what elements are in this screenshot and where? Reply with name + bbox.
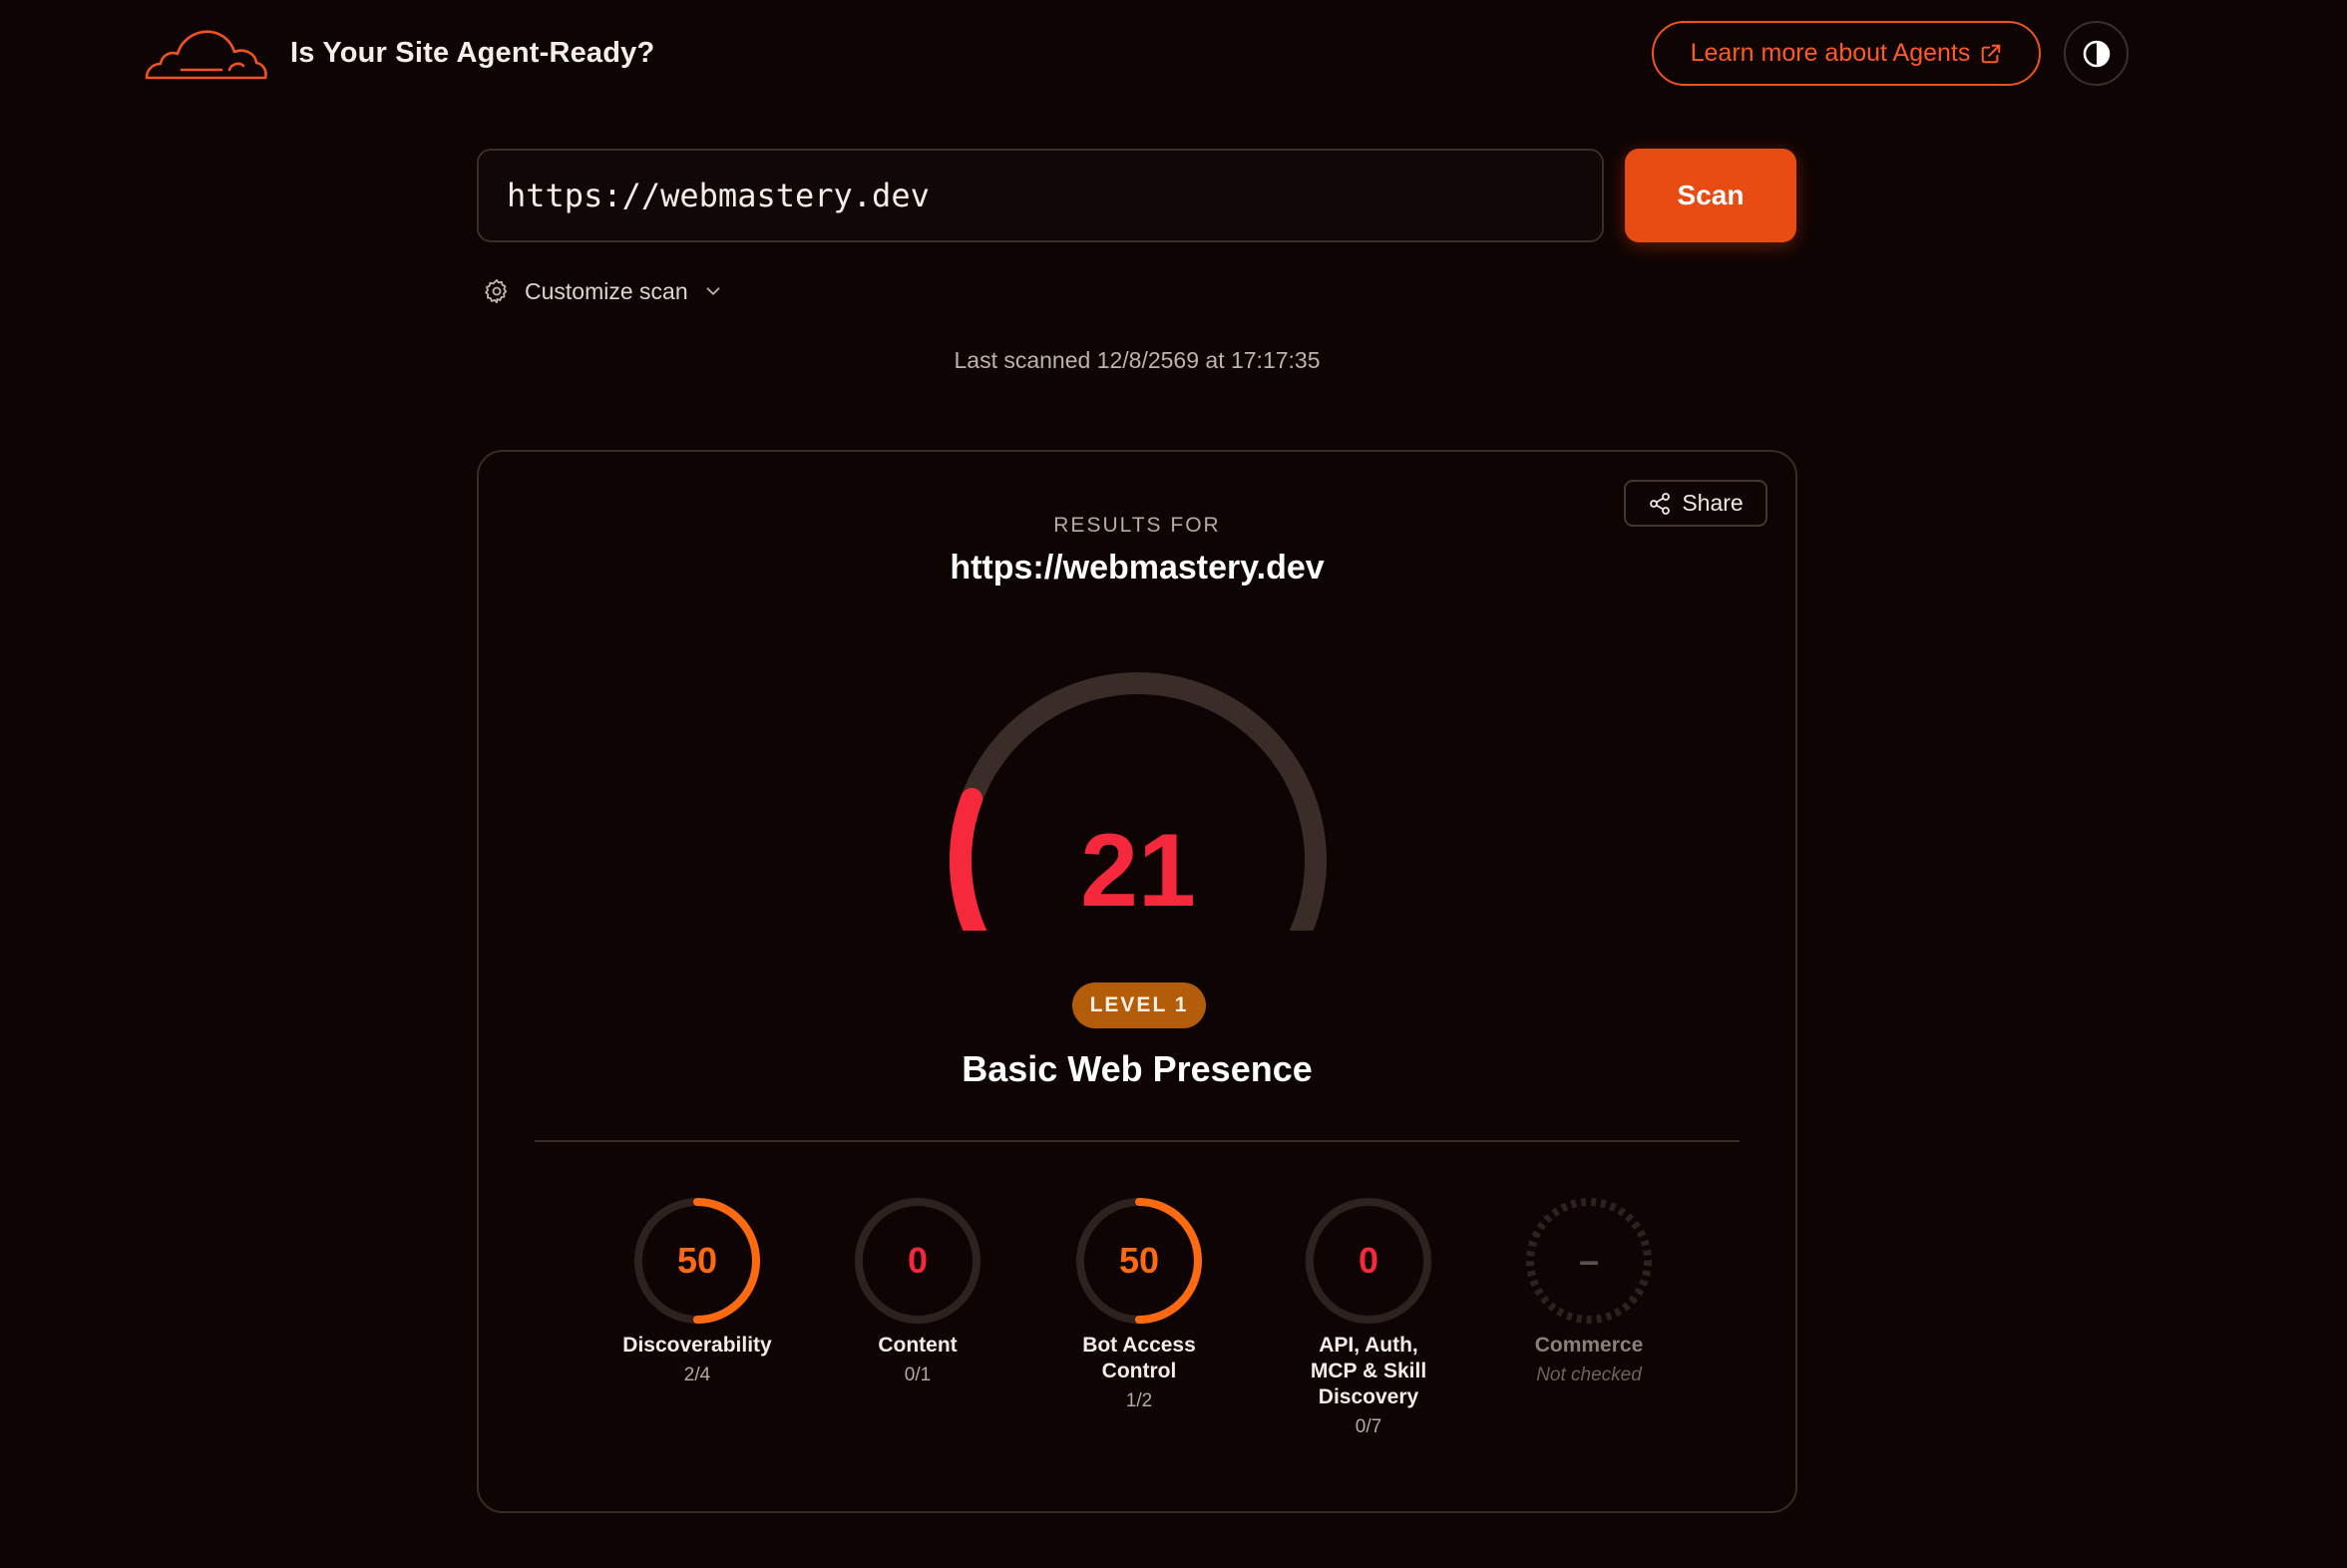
category-ring: 50 [1076,1198,1202,1324]
gear-icon [485,278,508,304]
category-detail: Not checked [1536,1365,1642,1385]
learn-more-button[interactable]: Learn more about Agents [1652,21,2041,86]
last-scanned-text: Last scanned 12/8/2569 at 17:17:35 [954,347,1321,373]
category-score: – [1579,1240,1599,1281]
category-score: 0 [1359,1240,1378,1281]
category-ring: – [1526,1198,1652,1324]
score-gauge: 21 [950,672,1327,931]
category-detail: 1/2 [1125,1390,1153,1411]
learn-more-label: Learn more about Agents [1690,39,1971,67]
share-icon [1650,492,1671,515]
category-detail: 0/7 [1355,1416,1382,1437]
chevron-down-icon [706,287,720,295]
category-score: 50 [677,1240,717,1281]
category-ring: 0 [1306,1198,1431,1324]
category-name: Bot Access Control [1082,1334,1196,1382]
customize-scan-label: Customize scan [525,277,688,304]
results-card: Share RESULTS FOR https://webmastery.dev… [477,450,1797,1513]
category-score: 50 [1119,1240,1159,1281]
category-ring: 0 [855,1198,980,1324]
overall-score: 21 [1080,813,1196,929]
share-label: Share [1682,490,1744,516]
level-name: Basic Web Presence [962,1048,1313,1089]
site-title: Is Your Site Agent-Ready? [290,37,655,69]
category-name: API, Auth, MCP & Skill Discovery [1310,1334,1427,1408]
contrast-icon [2083,40,2110,67]
category-name: Content [878,1334,958,1357]
category-0[interactable]: 50 Discoverability 2/4 [597,1195,797,1386]
results-for-label: RESULTS FOR [1053,514,1221,537]
results-url: https://webmastery.dev [950,549,1325,587]
divider [535,1140,1740,1142]
theme-toggle-button[interactable] [2064,21,2129,86]
category-name: Discoverability [622,1334,772,1357]
category-name: Commerce [1534,1334,1644,1357]
category-ring: 50 [634,1198,760,1324]
customize-scan-toggle[interactable]: Customize scan [483,277,724,305]
scan-button[interactable]: Scan [1625,149,1796,242]
external-link-icon [1982,44,2001,63]
level-badge: LEVEL 1 [1072,982,1206,1028]
category-3[interactable]: 0 API, Auth, MCP & Skill Discovery 0/7 [1269,1195,1468,1438]
cloud-logo-icon[interactable] [144,24,269,84]
url-input[interactable] [477,149,1604,242]
category-score: 0 [908,1240,928,1281]
gauge-fill [950,787,987,931]
category-1[interactable]: 0 Content 0/1 [818,1195,1017,1386]
category-detail: 2/4 [683,1365,711,1385]
category-detail: 0/1 [904,1365,932,1385]
category-4[interactable]: – Commerce Not checked [1489,1195,1689,1386]
category-2[interactable]: 50 Bot Access Control 1/2 [1039,1195,1239,1412]
